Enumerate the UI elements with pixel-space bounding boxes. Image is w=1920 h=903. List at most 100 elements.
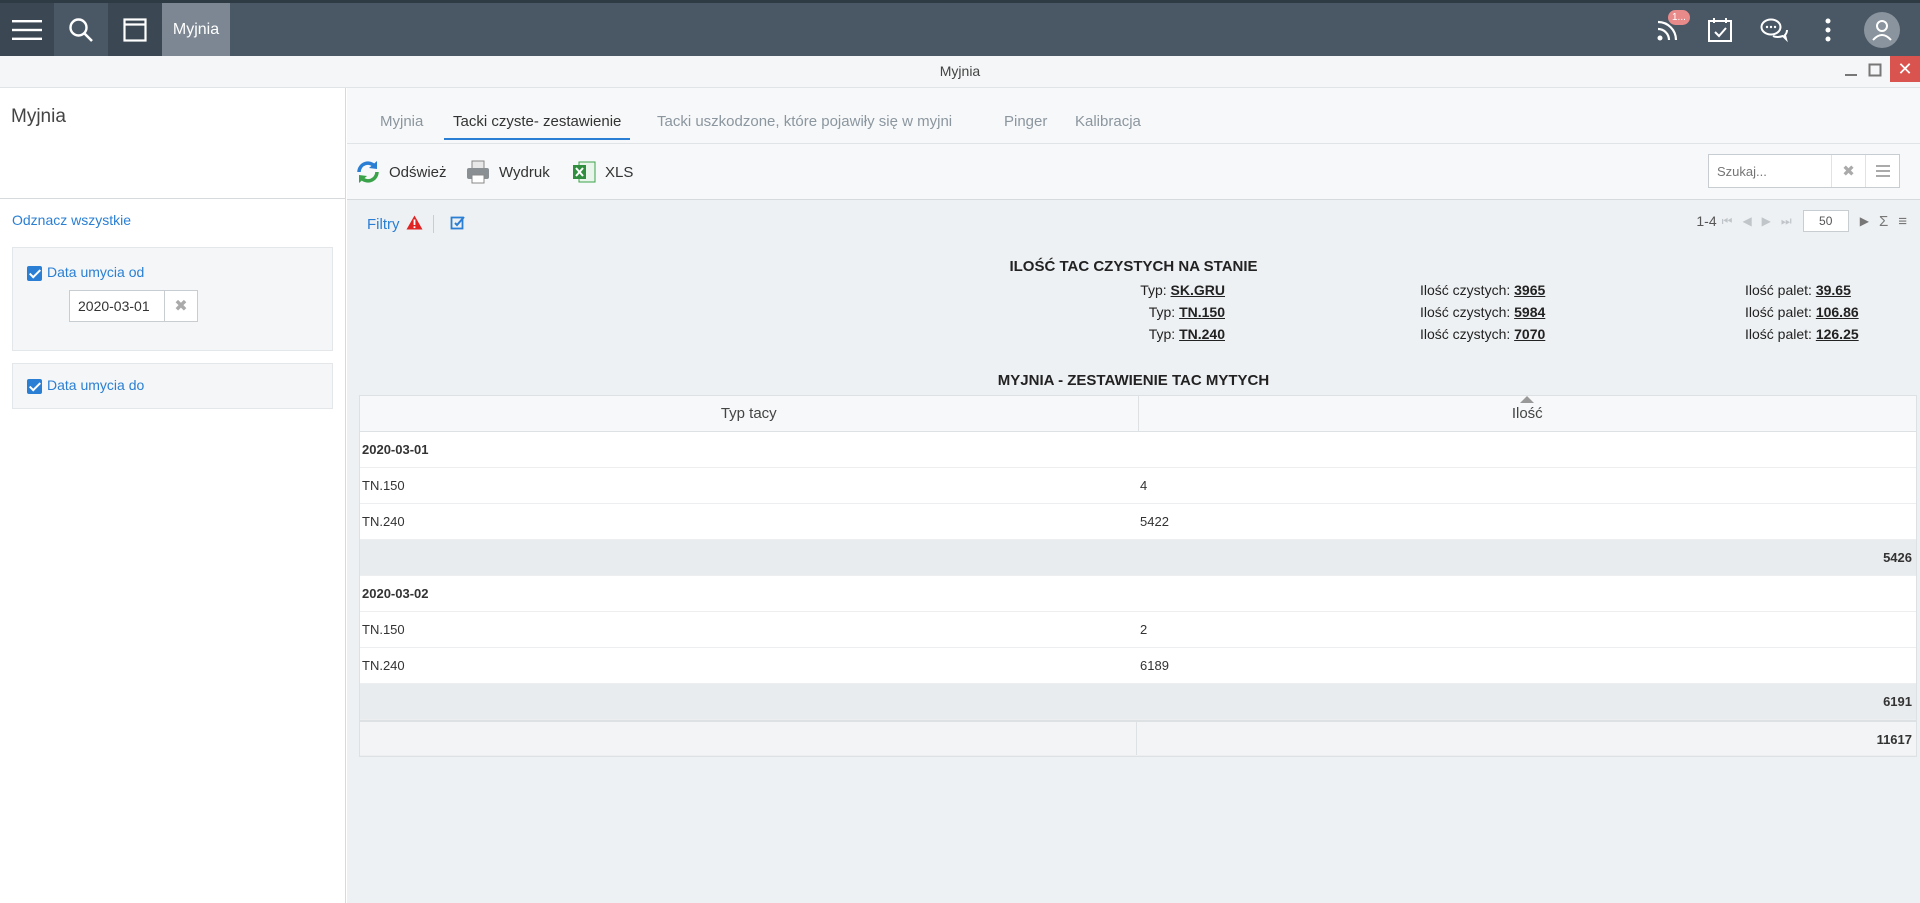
clear-search-icon[interactable]: ✖ <box>1831 155 1865 187</box>
page-size-input[interactable]: 50 <box>1802 210 1849 232</box>
tabs-bar: Myjnia Tacki czyste- zestawienie Tacki u… <box>347 88 1920 144</box>
tab-tacki-czyste[interactable]: Tacki czyste- zestawienie <box>444 113 631 140</box>
tab-myjnia[interactable]: Myjnia <box>380 113 423 138</box>
app-tab-myjnia[interactable]: Myjnia <box>162 3 230 56</box>
tab-kalibracja[interactable]: Kalibracja <box>1075 113 1141 138</box>
cell-qty: 6189 <box>1140 658 1169 673</box>
total-label-cell <box>360 722 1137 755</box>
calendar-check-icon[interactable] <box>1698 3 1742 56</box>
user-avatar[interactable] <box>1860 3 1904 56</box>
xls-label: XLS <box>605 163 634 181</box>
search-icon[interactable] <box>54 3 108 56</box>
total-value: 11617 <box>1876 732 1912 747</box>
type-link[interactable]: SK.GRU <box>1171 282 1225 298</box>
pager: 1-4 ⏮ ◀ ▶ ⏭ 50 ▶ Σ ≡ <box>1696 210 1912 232</box>
filters-label: Filtry <box>367 215 400 233</box>
pager-range: 1-4 <box>1696 213 1717 229</box>
divider <box>0 198 346 199</box>
more-vertical-icon[interactable] <box>1806 3 1850 56</box>
checkbox-checked-icon[interactable] <box>27 378 42 394</box>
column-header-qty[interactable]: Ilość <box>1139 396 1917 431</box>
menu-icon[interactable] <box>0 3 54 56</box>
table-row[interactable]: TN.240 5422 <box>360 504 1916 540</box>
menu-lines-icon[interactable]: ≡ <box>1898 213 1907 230</box>
first-page-icon[interactable]: ⏮ <box>1722 214 1733 229</box>
prev-page-icon[interactable]: ◀ <box>1742 214 1751 228</box>
sum-icon[interactable]: Σ <box>1879 213 1888 230</box>
xls-button[interactable]: XLS <box>571 144 633 200</box>
subtotal-value: 5426 <box>1883 550 1912 565</box>
feed-icon[interactable]: 1... <box>1646 3 1690 56</box>
table-row[interactable]: TN.240 6189 <box>360 648 1916 684</box>
clean-label: Ilość czystych: <box>1420 326 1511 342</box>
clear-icon[interactable]: ✖ <box>164 290 198 322</box>
type-link[interactable]: TN.150 <box>1179 304 1225 320</box>
tab-pinger[interactable]: Pinger <box>1004 113 1047 138</box>
play-icon[interactable]: ▶ <box>1860 214 1869 228</box>
pallets-link[interactable]: 106.86 <box>1816 304 1859 320</box>
summary-clean-row: Ilość czystych: 5984 <box>1420 304 1545 320</box>
column-header-qty-label: Ilość <box>1511 405 1543 422</box>
clean-label: Ilość czystych: <box>1420 282 1511 298</box>
cell-qty: 2 <box>1140 622 1148 637</box>
search-box: ✖ <box>1708 154 1900 188</box>
minimize-icon[interactable] <box>1838 56 1864 84</box>
summary-pallets-row: Ilość palet: 126.25 <box>1745 326 1859 342</box>
pallets-link[interactable]: 126.25 <box>1816 326 1859 342</box>
close-icon[interactable]: ✕ <box>1890 56 1920 82</box>
filter-date-to-label[interactable]: Data umycia do <box>27 377 144 394</box>
table-title: MYJNIA - ZESTAWIENIE TAC MYTYCH <box>997 372 1270 389</box>
list-menu-icon[interactable] <box>1865 155 1899 187</box>
clean-link[interactable]: 3965 <box>1514 282 1545 298</box>
type-link[interactable]: TN.240 <box>1179 326 1225 342</box>
group-row[interactable]: 2020-03-02 <box>360 576 1916 612</box>
top-bar: Myjnia 1... <box>0 0 1920 56</box>
unselect-all-link[interactable]: Odznacz wszystkie <box>12 212 131 228</box>
next-page-icon[interactable]: ▶ <box>1762 214 1771 228</box>
last-page-icon[interactable]: ⏭ <box>1781 214 1792 229</box>
pallets-label: Ilość palet: <box>1745 282 1812 298</box>
left-panel: Myjnia Odznacz wszystkie Data umycia od … <box>0 88 346 903</box>
filter-date-to: Data umycia do <box>12 363 333 409</box>
filter-date-from-label[interactable]: Data umycia od <box>27 264 144 281</box>
data-table: Typ tacy Ilość 2020-03-01 TN.150 4 TN.240… <box>359 395 1917 757</box>
summary-type-row: Typ: TN.240 <box>795 326 1225 342</box>
warning-icon <box>406 215 423 234</box>
column-header-type[interactable]: Typ tacy <box>360 396 1139 431</box>
table-row[interactable]: TN.150 2 <box>360 612 1916 648</box>
type-label: Typ: <box>1148 304 1176 320</box>
clean-link[interactable]: 7070 <box>1514 326 1545 342</box>
clean-link[interactable]: 5984 <box>1514 304 1545 320</box>
user-icon <box>1864 11 1900 48</box>
cell-qty: 5422 <box>1140 514 1169 529</box>
chat-icon[interactable] <box>1752 3 1796 56</box>
group-row[interactable]: 2020-03-01 <box>360 432 1916 468</box>
refresh-icon <box>355 159 381 185</box>
print-label: Wydruk <box>499 163 550 181</box>
pallets-label: Ilość palet: <box>1745 304 1812 320</box>
total-row: 11617 <box>360 720 1916 756</box>
search-input[interactable] <box>1709 155 1831 187</box>
filters-toggle[interactable]: Filtry <box>367 214 466 234</box>
type-label: Typ: <box>1140 282 1167 298</box>
summary-clean-row: Ilość czystych: 3965 <box>1420 282 1545 298</box>
pallets-label: Ilość palet: <box>1745 326 1812 342</box>
checkbox-checked-icon[interactable] <box>27 265 42 281</box>
edit-filters-icon[interactable] <box>450 214 466 234</box>
excel-icon <box>571 159 597 185</box>
date-from-input[interactable]: 2020-03-01 <box>69 290 165 322</box>
window-title: Myjnia <box>0 56 1920 88</box>
refresh-button[interactable]: Odśwież <box>355 144 447 200</box>
print-button[interactable]: Wydruk <box>465 144 550 200</box>
maximize-icon[interactable] <box>1862 56 1888 84</box>
summary-type-row: Typ: TN.150 <box>795 304 1225 320</box>
cell-type: TN.150 <box>362 622 405 637</box>
summary-pallets-row: Ilość palet: 106.86 <box>1745 304 1859 320</box>
table-row[interactable]: TN.150 4 <box>360 468 1916 504</box>
window-icon[interactable] <box>108 3 162 56</box>
summary-title: ILOŚĆ TAC CZYSTYCH NA STANIE <box>1009 258 1258 275</box>
pallets-link[interactable]: 39.65 <box>1816 282 1851 298</box>
tab-tacki-uszkodzone[interactable]: Tacki uszkodzone, które pojawiły się w m… <box>657 113 952 138</box>
summary-type-row: Typ: SK.GRU <box>795 282 1225 298</box>
summary-clean-row: Ilość czystych: 7070 <box>1420 326 1545 342</box>
